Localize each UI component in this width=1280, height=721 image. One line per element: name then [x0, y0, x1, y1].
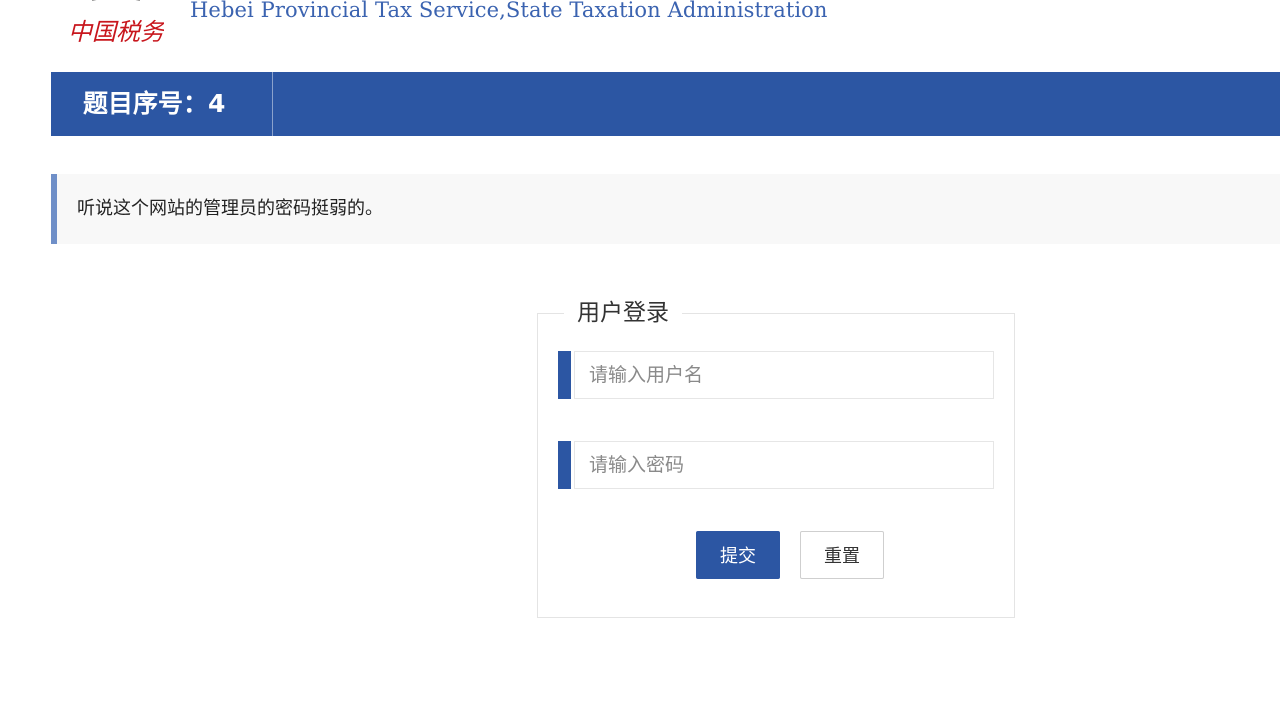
logo-text: 中国税务: [68, 18, 164, 46]
login-form: 用户登录 提交 重置: [537, 298, 1015, 618]
password-field: [558, 441, 994, 489]
emblem-icon: 中国税务: [68, 0, 166, 46]
username-field: [558, 351, 994, 399]
site-title: Hebei Provincial Tax Service,State Taxat…: [190, 0, 828, 22]
password-input[interactable]: [574, 441, 994, 489]
login-legend: 用户登录: [564, 298, 682, 328]
bar-divider: [272, 72, 273, 136]
hint-notice: 听说这个网站的管理员的密码挺弱的。: [51, 174, 1280, 244]
question-number: 题目序号：4: [83, 89, 226, 118]
tax-logo: 中国税务: [68, 0, 166, 48]
page: 中国税务 Hebei Provincial Tax Service,State …: [0, 0, 1280, 721]
reset-button[interactable]: 重置: [800, 531, 884, 579]
username-accent-bar: [558, 351, 571, 399]
password-accent-bar: [558, 441, 571, 489]
header: 中国税务 Hebei Provincial Tax Service,State …: [0, 0, 1280, 72]
username-input[interactable]: [574, 351, 994, 399]
hint-text: 听说这个网站的管理员的密码挺弱的。: [77, 198, 383, 219]
submit-button[interactable]: 提交: [696, 531, 780, 579]
question-bar: 题目序号：4: [51, 72, 1280, 136]
